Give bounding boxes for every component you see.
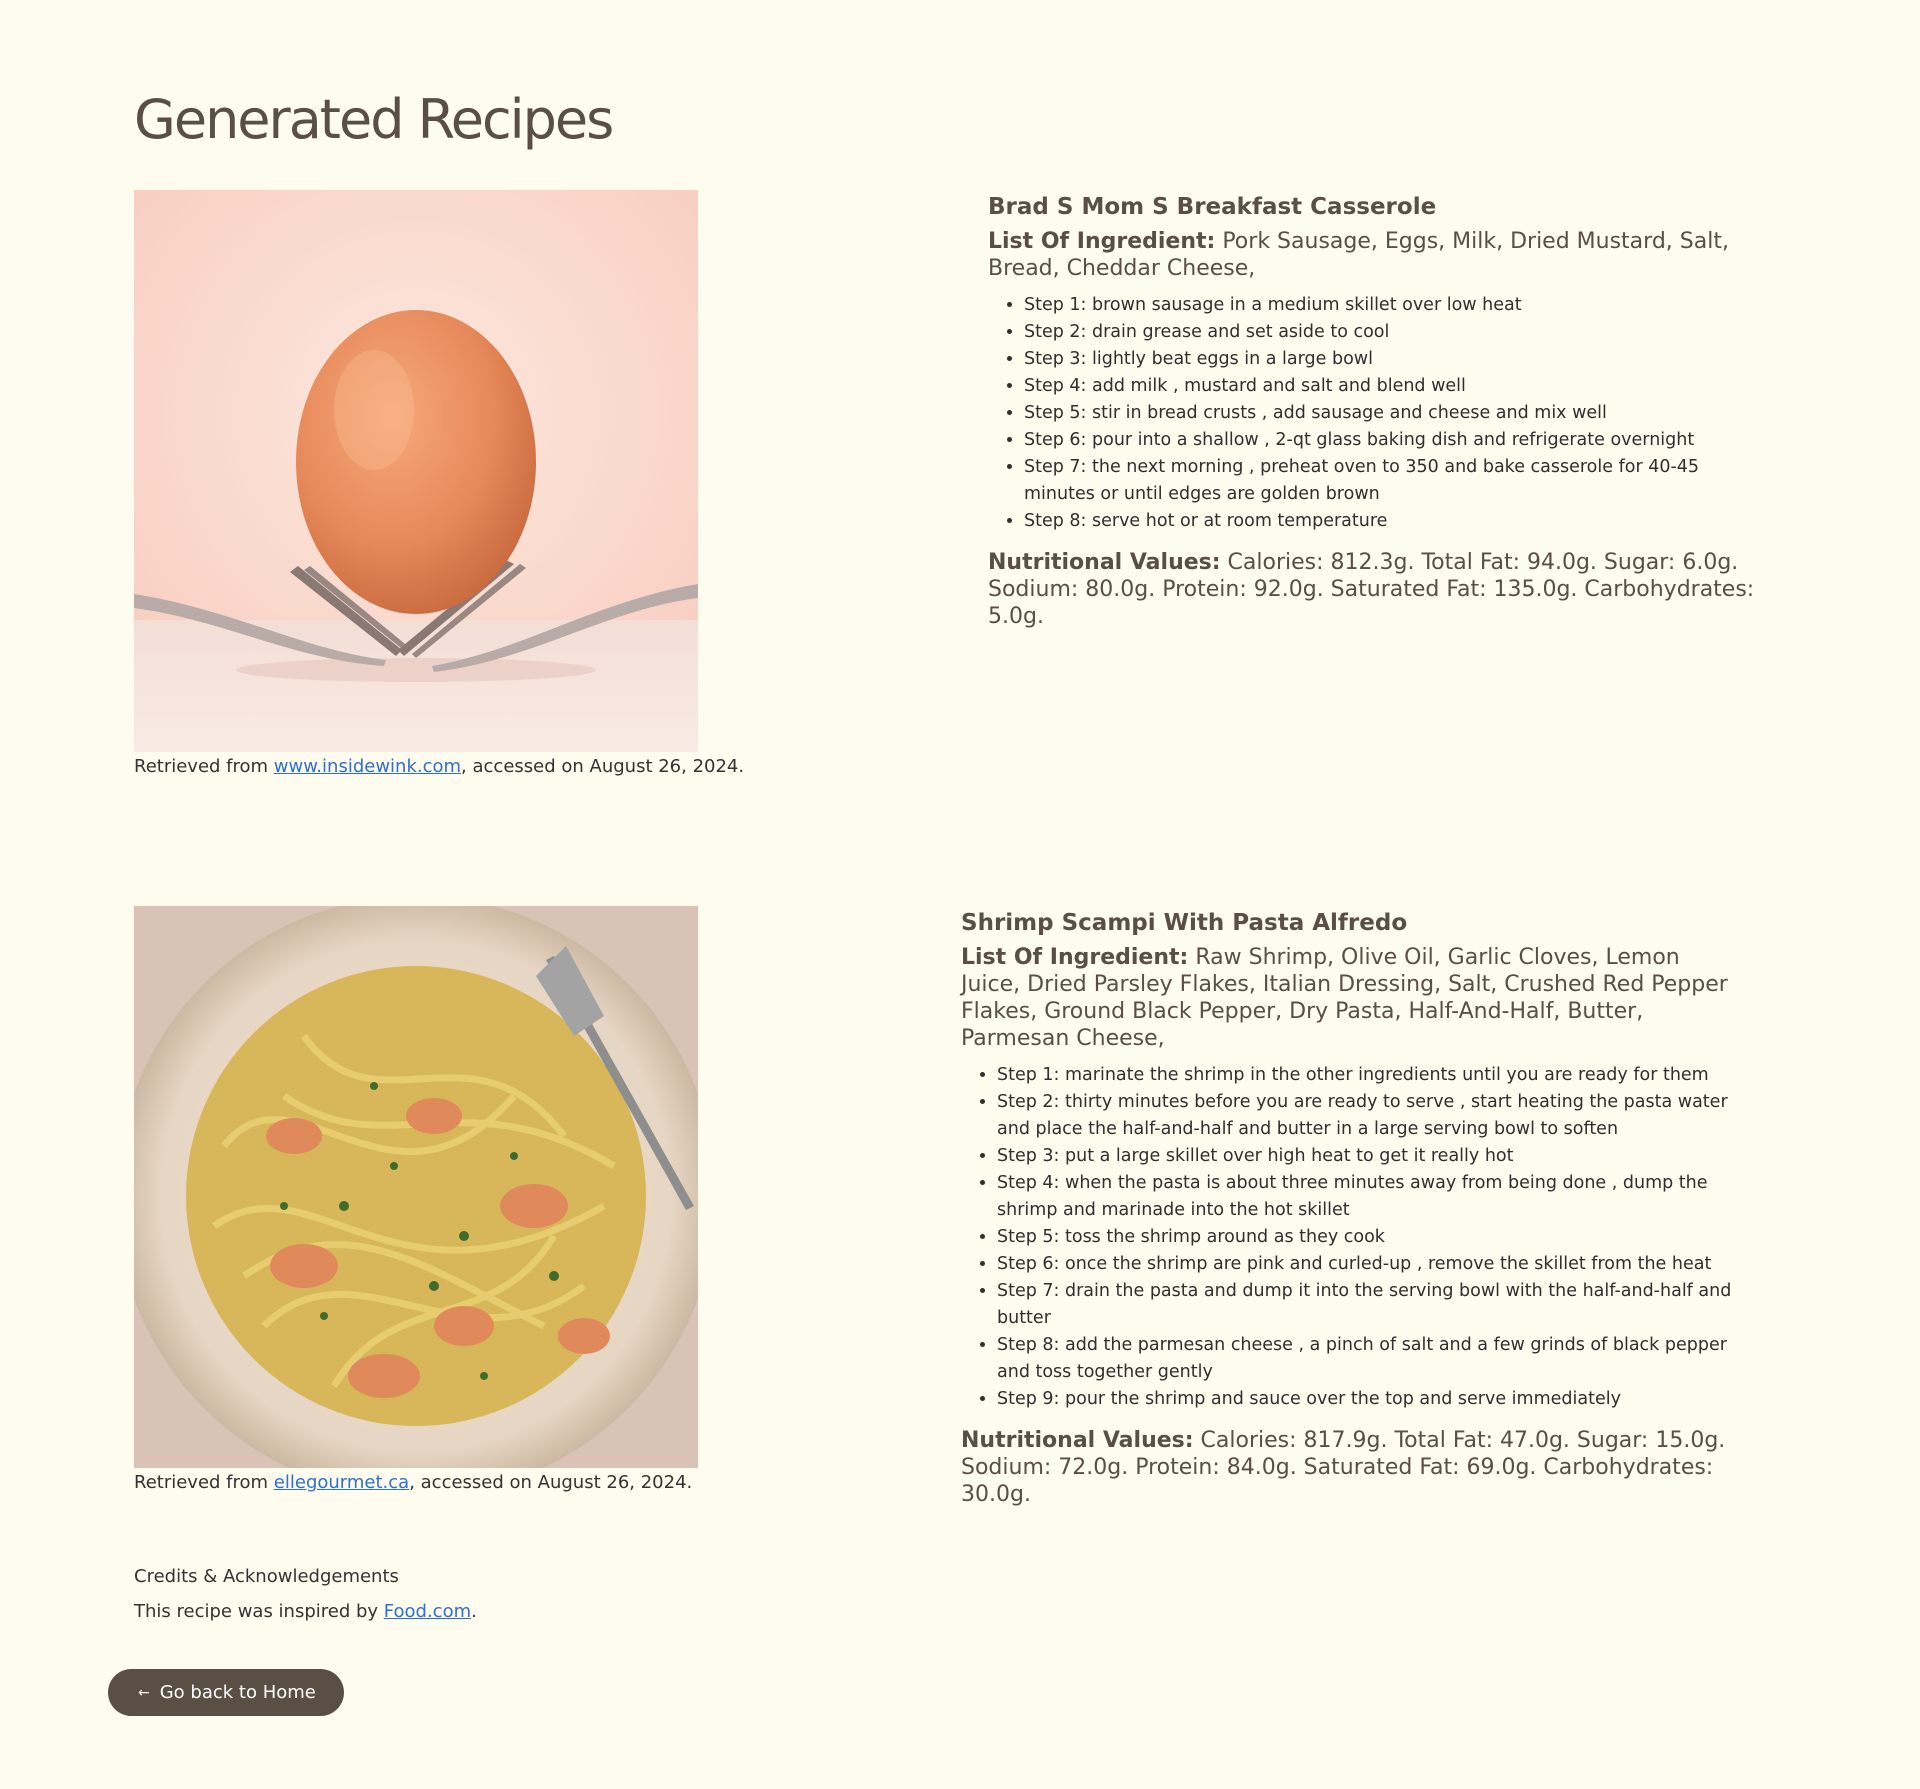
arrow-left-icon: ←	[138, 1684, 150, 1701]
recipe-name: Shrimp Scampi With Pasta Alfredo	[961, 910, 1408, 936]
caption-suffix: , accessed on August 26, 2024.	[409, 1472, 693, 1493]
recipe-name: Brad S Mom S Breakfast Casserole	[988, 194, 1437, 220]
ingredient-list: List Of Ingredient: Raw Shrimp, Olive Oi…	[961, 944, 1741, 1052]
ingredient-label: List Of Ingredient:	[988, 229, 1216, 254]
caption-prefix: Retrieved from	[134, 1472, 274, 1493]
credits-prefix: This recipe was inspired by	[134, 1601, 384, 1622]
step-item: Step 6: once the shrimp are pink and cur…	[997, 1251, 1741, 1278]
recipe-details: Brad S Mom S Breakfast Casserole List Of…	[988, 190, 1768, 630]
recipe-photo-egg	[134, 190, 698, 752]
caption-suffix: , accessed on August 26, 2024.	[461, 756, 745, 777]
step-item: Step 2: thirty minutes before you are re…	[997, 1089, 1741, 1143]
source-link[interactable]: ellegourmet.ca	[274, 1472, 409, 1493]
steps-list: Step 1: brown sausage in a medium skille…	[988, 292, 1768, 535]
nutrition-label: Nutritional Values:	[988, 550, 1221, 575]
step-item: Step 6: pour into a shallow , 2-qt glass…	[1024, 427, 1768, 454]
go-back-home-button[interactable]: ← Go back to Home	[108, 1669, 344, 1716]
ingredient-label: List Of Ingredient:	[961, 945, 1189, 970]
step-item: Step 1: marinate the shrimp in the other…	[997, 1062, 1741, 1089]
back-button-label: Go back to Home	[159, 1682, 316, 1703]
page-title: Generated Recipes	[134, 88, 614, 151]
step-item: Step 5: toss the shrimp around as they c…	[997, 1224, 1741, 1251]
step-item: Step 2: drain grease and set aside to co…	[1024, 319, 1768, 346]
nutrition-label: Nutritional Values:	[961, 1428, 1194, 1453]
step-item: Step 3: lightly beat eggs in a large bow…	[1024, 346, 1768, 373]
steps-list: Step 1: marinate the shrimp in the other…	[961, 1062, 1741, 1413]
ingredient-list: List Of Ingredient: Pork Sausage, Eggs, …	[988, 228, 1768, 282]
photo-caption: Retrieved from ellegourmet.ca, accessed …	[134, 1472, 692, 1493]
step-item: Step 5: stir in bread crusts , add sausa…	[1024, 400, 1768, 427]
step-item: Step 7: the next morning , preheat oven …	[1024, 454, 1768, 508]
nutrition-values: Nutritional Values: Calories: 812.3g. To…	[988, 549, 1768, 630]
step-item: Step 1: brown sausage in a medium skille…	[1024, 292, 1768, 319]
step-item: Step 7: drain the pasta and dump it into…	[997, 1278, 1741, 1332]
nutrition-values: Nutritional Values: Calories: 817.9g. To…	[961, 1427, 1741, 1508]
photo-caption: Retrieved from www.insidewink.com, acces…	[134, 756, 744, 777]
credits-section: Credits & Acknowledgements This recipe w…	[134, 1566, 477, 1622]
food-com-link[interactable]: Food.com	[384, 1601, 471, 1622]
credits-suffix: .	[471, 1601, 477, 1622]
recipe-photo-pasta	[134, 906, 698, 1468]
step-item: Step 4: when the pasta is about three mi…	[997, 1170, 1741, 1224]
step-item: Step 4: add milk , mustard and salt and …	[1024, 373, 1768, 400]
step-item: Step 3: put a large skillet over high he…	[997, 1143, 1741, 1170]
caption-prefix: Retrieved from	[134, 756, 274, 777]
source-link[interactable]: www.insidewink.com	[274, 756, 461, 777]
step-item: Step 9: pour the shrimp and sauce over t…	[997, 1386, 1741, 1413]
step-item: Step 8: serve hot or at room temperature	[1024, 508, 1768, 535]
step-item: Step 8: add the parmesan cheese , a pinc…	[997, 1332, 1741, 1386]
credits-heading: Credits & Acknowledgements	[134, 1566, 399, 1587]
recipe-details: Shrimp Scampi With Pasta Alfredo List Of…	[961, 906, 1741, 1508]
credits-text: This recipe was inspired by Food.com.	[134, 1601, 477, 1622]
